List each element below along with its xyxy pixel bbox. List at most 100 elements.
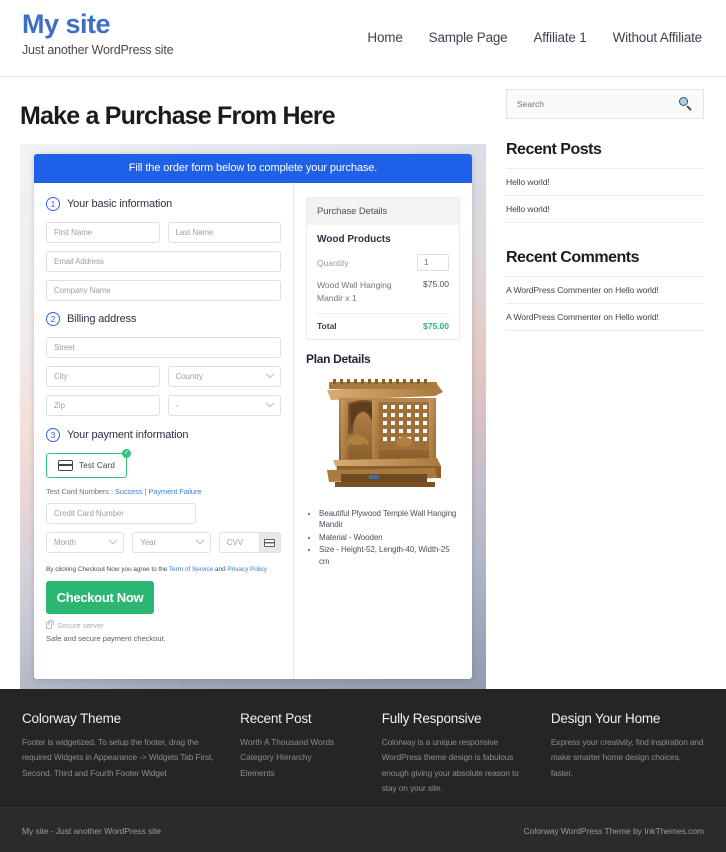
recent-post-link[interactable]: Hello world! (506, 177, 550, 187)
cvv-field-wrap: CVV (218, 532, 281, 561)
footer-column-2: Recent Post Worth A Thousand Words Categ… (240, 711, 366, 789)
test-card-numbers-note: Test Card Numbers : Success | Payment Fa… (46, 487, 281, 496)
step-3-header: 3 Your payment information (46, 428, 281, 442)
list-item: A WordPress Commenter on Hello world! (506, 276, 704, 303)
country-select[interactable]: Country (167, 366, 281, 387)
content-area: Make a Purchase From Here Fill the order… (0, 77, 726, 689)
expiry-year-value: Year (140, 538, 157, 547)
street-input[interactable]: Street (46, 337, 281, 358)
expiry-cvv-row: Month Year CVV (46, 532, 281, 561)
city-input[interactable]: City (46, 366, 160, 387)
list-item: Category Hierarchy (240, 750, 366, 765)
order-form-backdrop: Fill the order form below to complete yo… (20, 144, 486, 689)
recent-posts-list: Hello world! Hello world! (506, 168, 704, 223)
secure-server-label: Secure server (57, 621, 104, 630)
site-tagline: Just another WordPress site (22, 42, 174, 57)
footer-post-link[interactable]: Worth A Thousand Words (240, 737, 334, 747)
expiry-month-value: Month (54, 538, 76, 547)
quantity-input[interactable]: 1 (417, 254, 449, 271)
quantity-row: Quantity 1 (317, 254, 449, 271)
comment-author-link[interactable]: A WordPress Commenter (506, 285, 601, 295)
line-item-name: Wood Wall Hanging Mandir x 1 (317, 280, 392, 303)
theme-credit-link[interactable]: Colorway WordPress Theme by InkThemes.co… (524, 826, 705, 836)
product-bullets: Beautiful Plywood Temple Wall Hanging Ma… (306, 508, 460, 568)
state-select[interactable]: - (167, 395, 281, 416)
nav-item-sample-page[interactable]: Sample Page (429, 30, 508, 45)
form-banner: Fill the order form below to complete yo… (34, 154, 472, 183)
search-widget (506, 89, 704, 119)
cvv-help-button[interactable] (258, 533, 280, 552)
footer-text: Express your creativity, find inspiratio… (550, 737, 704, 778)
lock-icon (46, 620, 54, 629)
nav-item-without-affiliate[interactable]: Without Affiliate (613, 30, 703, 45)
chevron-down-icon (195, 535, 204, 544)
site-header: My site Just another WordPress site Home… (0, 0, 726, 77)
email-input[interactable]: Email Address (46, 251, 281, 272)
primary-navigation: Home Sample Page Affiliate 1 Without Aff… (367, 0, 704, 45)
quantity-label: Quantity (317, 257, 349, 268)
name-fields-row: First Name Last Name (46, 222, 281, 251)
chevron-down-icon (265, 398, 275, 407)
comment-post-link[interactable]: Hello world! (615, 312, 659, 322)
form-right-column: Purchase Details Wood Products Quantity … (294, 183, 472, 679)
mandir-illustration (327, 378, 443, 487)
test-success-link[interactable]: Success (115, 487, 143, 496)
footer-title: Design Your Home (550, 711, 661, 726)
total-value: $75.00 (423, 320, 449, 331)
recent-posts-title: Recent Posts (506, 141, 602, 158)
product-bullet: Beautiful Plywood Temple Wall Hanging Ma… (319, 508, 460, 531)
search-input[interactable] (517, 99, 647, 109)
recent-post-link[interactable]: Hello world! (506, 204, 550, 214)
test-card-method-tab[interactable]: ✓ Test Card (46, 449, 132, 478)
copyright-text: My site - Just another WordPress site (22, 826, 161, 836)
terms-of-service-link[interactable]: Term of Service (169, 566, 213, 573)
expiry-month-select[interactable]: Month (46, 532, 125, 553)
search-icon[interactable] (679, 97, 693, 111)
state-select-value: - (175, 401, 179, 410)
footer-title: Colorway Theme (22, 711, 121, 726)
footer-text: Colorway is a unique responsive WordPres… (381, 737, 519, 794)
last-name-input[interactable]: Last Name (167, 222, 281, 243)
purchase-details-box: Purchase Details Wood Products Quantity … (306, 197, 460, 340)
product-bullet: Size - Height-52, Length-40, Width-25 cm (319, 544, 460, 567)
list-item: Hello world! (506, 195, 704, 223)
footer-post-link[interactable]: Category Hierarchy (240, 752, 311, 762)
footer-post-link[interactable]: Elements (240, 768, 275, 778)
form-left-column: 1 Your basic information First Name Last… (34, 183, 294, 679)
list-item: Hello world! (506, 168, 704, 195)
comment-on-text: on (601, 285, 616, 295)
recent-comments-list: A WordPress Commenter on Hello world! A … (506, 276, 704, 331)
zip-input[interactable]: Zip (46, 395, 160, 416)
comment-on-text: on (601, 312, 616, 322)
city-country-row: City Country (46, 366, 281, 395)
terms-agreement-text: By clicking Checkout Now you agree to th… (46, 566, 281, 573)
chevron-down-icon (109, 535, 118, 544)
site-title[interactable]: My site (22, 9, 173, 40)
purchase-details-header: Purchase Details (307, 198, 459, 225)
product-bullet: Material - Wooden (319, 532, 460, 544)
line-item-row: Wood Wall Hanging Mandir x 1 $75.00 (317, 279, 449, 305)
privacy-policy-link[interactable]: Privacy Policy (227, 566, 267, 573)
list-item: A WordPress Commenter on Hello world! (506, 303, 704, 331)
test-failure-link[interactable]: Payment Failure (148, 487, 201, 496)
card-back-icon (264, 538, 276, 547)
comment-author-link[interactable]: A WordPress Commenter (506, 312, 601, 322)
checkout-now-button[interactable]: Checkout Now (46, 581, 154, 614)
footer-title: Fully Responsive (381, 711, 482, 726)
step-3-label: Your payment information (67, 429, 189, 441)
chevron-down-icon (265, 369, 275, 378)
credit-card-number-input[interactable]: Credit Card Number (46, 503, 196, 524)
footer-title: Recent Post (240, 711, 312, 726)
line-item-price: $75.00 (423, 279, 449, 289)
footer-text: Footer is widgetized. To setup the foote… (22, 737, 214, 778)
page-title: Make a Purchase From Here (20, 102, 336, 130)
expiry-year-select[interactable]: Year (132, 532, 211, 553)
nav-item-affiliate-1[interactable]: Affiliate 1 (534, 30, 587, 45)
test-numbers-prefix: Test Card Numbers : (46, 487, 115, 496)
check-icon: ✓ (122, 449, 132, 458)
first-name-input[interactable]: First Name (46, 222, 160, 243)
company-input[interactable]: Company Name (46, 280, 281, 301)
comment-post-link[interactable]: Hello world! (615, 285, 659, 295)
main-column: Make a Purchase From Here Fill the order… (20, 77, 488, 689)
nav-item-home[interactable]: Home (367, 30, 402, 45)
